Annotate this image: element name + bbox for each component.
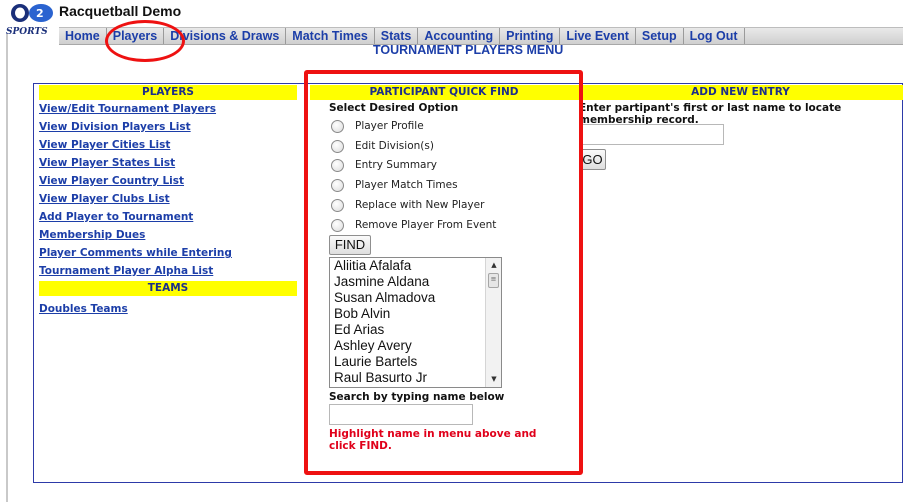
radio-button[interactable]	[331, 198, 344, 212]
link-view-player-cities-list[interactable]: View Player Cities List	[39, 138, 289, 156]
link-view-player-clubs-list[interactable]: View Player Clubs List	[39, 192, 289, 210]
option-edit-divisions[interactable]: Edit Division(s)	[331, 138, 434, 154]
option-label: Edit Division(s)	[355, 140, 434, 152]
app-title: Racquetball Demo	[59, 3, 182, 19]
list-item[interactable]: Bob Alvin	[330, 306, 501, 322]
go-button[interactable]: GO	[579, 149, 606, 170]
option-replace-with-new-player[interactable]: Replace with New Player	[331, 197, 484, 213]
listbox-scrollbar[interactable]: ▲ ≡ ▼	[485, 258, 501, 387]
nav-divisions-draws[interactable]: Divisions & Draws	[164, 28, 287, 44]
radio-button[interactable]	[331, 158, 344, 172]
option-label: Remove Player From Event	[355, 219, 497, 231]
select-option-label: Select Desired Option	[329, 102, 459, 114]
member-name-input[interactable]	[579, 124, 724, 145]
quick-find-hint: Highlight name in menu above and click F…	[329, 428, 537, 452]
players-link-list: View/Edit Tournament Players View Divisi…	[39, 102, 289, 282]
option-label: Replace with New Player	[355, 199, 485, 211]
players-heading: PLAYERS	[39, 85, 297, 100]
option-remove-player-from-event[interactable]: Remove Player From Event	[331, 217, 496, 233]
option-player-profile[interactable]: Player Profile	[331, 118, 424, 134]
link-view-edit-tournament-players[interactable]: View/Edit Tournament Players	[39, 102, 289, 120]
teams-heading: TEAMS	[39, 281, 297, 296]
scroll-down-icon[interactable]: ▼	[489, 375, 499, 383]
option-player-match-times[interactable]: Player Match Times	[331, 177, 458, 193]
nav-printing[interactable]: Printing	[500, 28, 561, 44]
name-search-input[interactable]	[329, 404, 473, 425]
option-entry-summary[interactable]: Entry Summary	[331, 157, 437, 173]
option-label: Player Match Times	[355, 179, 458, 191]
nav-live-event[interactable]: Live Event	[560, 28, 636, 44]
link-membership-dues[interactable]: Membership Dues	[39, 228, 289, 246]
link-player-comments-while-entering[interactable]: Player Comments while Entering	[39, 246, 289, 264]
option-label: Entry Summary	[355, 159, 438, 171]
link-tournament-player-alpha-list[interactable]: Tournament Player Alpha List	[39, 264, 289, 282]
find-button[interactable]: FIND	[329, 235, 371, 255]
add-new-entry-heading: ADD NEW ENTRY	[578, 85, 903, 100]
list-item[interactable]: Susan Almadova	[330, 290, 501, 306]
list-item[interactable]: Jasmine Aldana	[330, 274, 501, 290]
nav-stats[interactable]: Stats	[375, 28, 419, 44]
svg-text:2: 2	[36, 7, 44, 20]
link-view-division-players-list[interactable]: View Division Players List	[39, 120, 289, 138]
nav-home[interactable]: Home	[59, 28, 107, 44]
radio-button[interactable]	[331, 139, 344, 153]
page-title: TOURNAMENT PLAYERS MENU	[373, 43, 564, 57]
logo-text: SPORTS	[6, 27, 48, 37]
nav-accounting[interactable]: Accounting	[418, 28, 501, 44]
add-new-instructions: Enter partipant's first or last name to …	[579, 102, 842, 126]
scroll-thumb[interactable]: ≡	[488, 273, 499, 288]
list-item[interactable]: Laurie Bartels	[330, 354, 501, 370]
link-view-player-country-list[interactable]: View Player Country List	[39, 174, 289, 192]
option-label: Player Profile	[355, 120, 424, 132]
link-view-player-states-list[interactable]: View Player States List	[39, 156, 289, 174]
scroll-up-icon[interactable]: ▲	[489, 261, 499, 269]
link-add-player-to-tournament[interactable]: Add Player to Tournament	[39, 210, 289, 228]
search-label: Search by typing name below	[329, 391, 505, 403]
link-doubles-teams[interactable]: Doubles Teams	[39, 302, 128, 320]
quick-find-heading: PARTICIPANT QUICK FIND	[310, 85, 578, 100]
nav-setup[interactable]: Setup	[636, 28, 684, 44]
nav-match-times[interactable]: Match Times	[286, 28, 375, 44]
radio-button[interactable]	[331, 178, 344, 192]
player-listbox[interactable]: Aliitia Afalafa Jasmine Aldana Susan Alm…	[329, 257, 502, 388]
list-item[interactable]: Ed Arias	[330, 322, 501, 338]
radio-button[interactable]	[331, 218, 344, 232]
list-item[interactable]: Aliitia Afalafa	[330, 258, 501, 274]
nav-log-out[interactable]: Log Out	[684, 28, 745, 44]
list-item[interactable]: Ashley Avery	[330, 338, 501, 354]
nav-players[interactable]: Players	[107, 28, 165, 44]
radio-button[interactable]	[331, 119, 344, 133]
left-border-line	[6, 34, 8, 502]
list-item[interactable]: Raul Basurto Jr	[330, 370, 501, 386]
